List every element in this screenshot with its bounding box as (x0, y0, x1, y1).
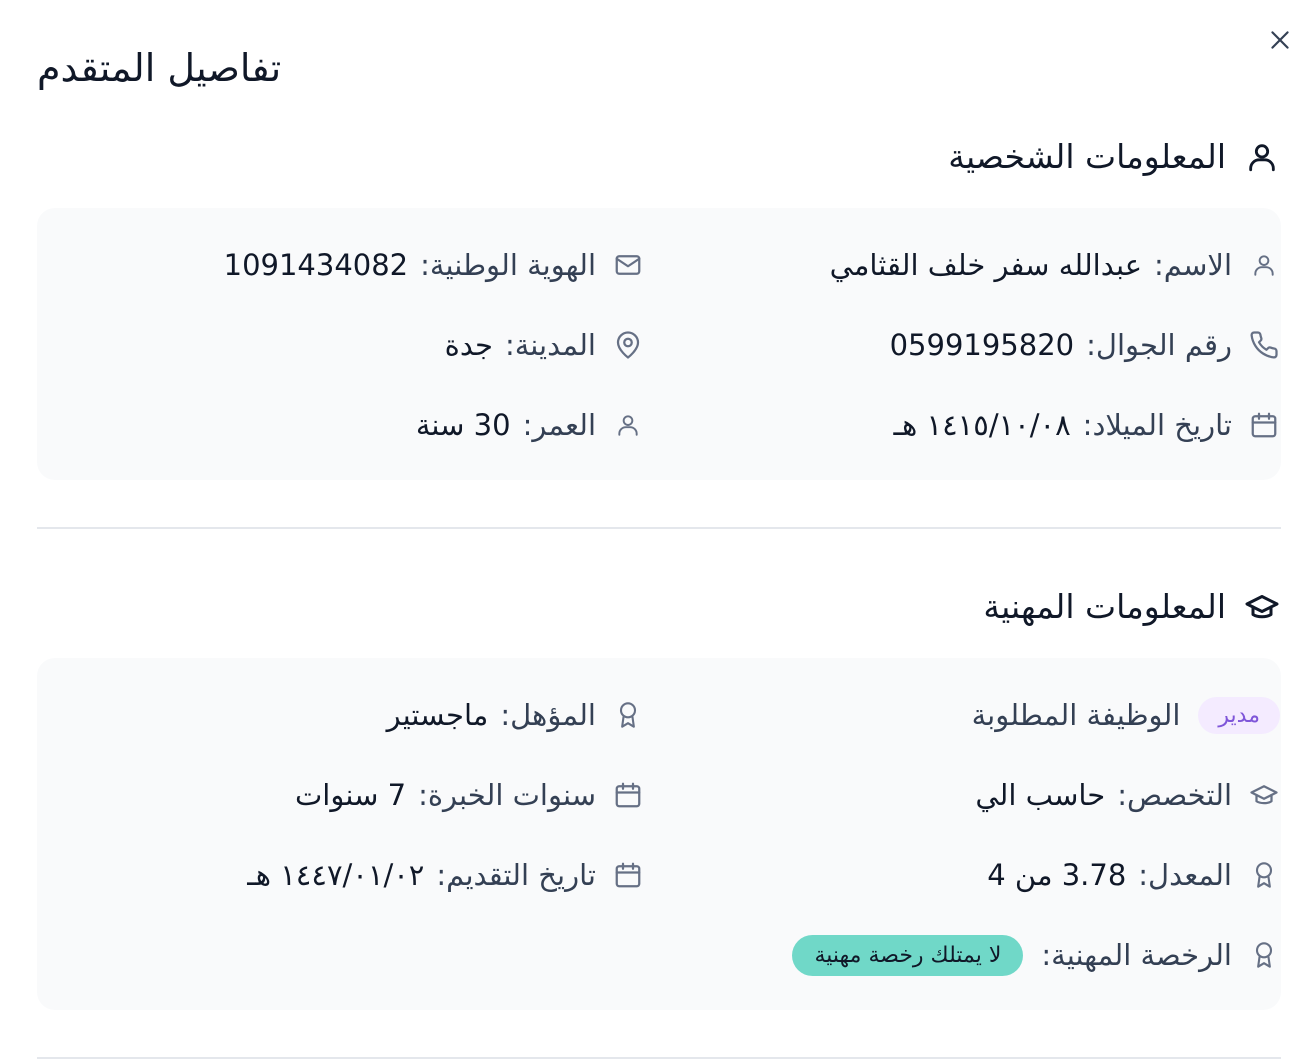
mail-icon (612, 249, 644, 281)
award-icon (1248, 859, 1280, 891)
calendar-icon (1248, 409, 1280, 441)
personal-section-header: المعلومات الشخصية (948, 132, 1280, 182)
experience-label: سنوات الخبرة: (418, 778, 596, 812)
award-icon (612, 699, 644, 731)
apply-date-label: تاريخ التقديم: (436, 858, 596, 892)
field-national-id: الهوية الوطنية: 1091434082 (224, 240, 644, 290)
field-age: العمر: 30 سنة (416, 400, 644, 450)
qualification-label: المؤهل: (500, 698, 596, 732)
license-label: الرخصة المهنية: (1041, 938, 1232, 972)
qualification-value: ماجستير (386, 698, 489, 732)
field-apply-date: تاريخ التقديم: ١٤٤٧/٠١/٠٢ هـ (247, 850, 644, 900)
phone-label: رقم الجوال: (1086, 328, 1232, 362)
user-icon (1248, 249, 1280, 281)
field-qualification: المؤهل: ماجستير (387, 690, 644, 740)
professional-section-title: المعلومات المهنية (983, 587, 1226, 626)
calendar-icon (612, 859, 644, 891)
field-phone: رقم الجوال: 0599195820 (890, 320, 1280, 370)
license-status-badge: لا يمتلك رخصة مهنية (792, 934, 1024, 976)
user-icon (1244, 139, 1280, 175)
field-city: المدينة: جدة (445, 320, 644, 370)
age-label: العمر: (522, 408, 596, 442)
field-name: الاسم: عبدالله سفر خلف القثامي (830, 240, 1280, 290)
field-birth-date: تاريخ الميلاد: ١٤١٥/١٠/٠٨ هـ (894, 400, 1281, 450)
bottom-divider (37, 1057, 1281, 1059)
phone-icon (1248, 329, 1280, 361)
graduation-cap-icon (1248, 779, 1280, 811)
job-role-badge: مدير (1198, 696, 1280, 734)
name-label: الاسم: (1154, 248, 1232, 282)
name-value: عبدالله سفر خلف القثامي (829, 248, 1143, 282)
city-value: جدة (444, 328, 493, 362)
field-job: مدير الوظيفة المطلوبة (972, 690, 1280, 740)
national-id-label: الهوية الوطنية: (420, 248, 596, 282)
apply-date-value: ١٤٤٧/٠١/٠٢ هـ (247, 858, 425, 892)
field-experience: سنوات الخبرة: 7 سنوات (295, 770, 644, 820)
section-divider (37, 527, 1281, 529)
personal-section-title: المعلومات الشخصية (948, 137, 1226, 176)
map-pin-icon (612, 329, 644, 361)
award-icon (1248, 939, 1280, 971)
calendar-icon (612, 779, 644, 811)
major-label: التخصص: (1117, 778, 1232, 812)
field-major: التخصص: حاسب الي (975, 770, 1280, 820)
dialog-title: تفاصيل المتقدم (37, 46, 282, 90)
gpa-value: 3.78 من 4 (987, 858, 1127, 892)
close-icon (1271, 31, 1289, 49)
graduation-cap-icon (1244, 589, 1280, 625)
professional-section-header: المعلومات المهنية (983, 582, 1280, 632)
field-license: الرخصة المهنية: لا يمتلك رخصة مهنية (792, 930, 1280, 980)
close-button[interactable] (1264, 24, 1296, 56)
birth-date-label: تاريخ الميلاد: (1082, 408, 1232, 442)
city-label: المدينة: (504, 328, 596, 362)
age-value: 30 سنة (415, 408, 511, 442)
experience-value: 7 سنوات (295, 778, 407, 812)
field-gpa: المعدل: 3.78 من 4 (987, 850, 1280, 900)
gpa-label: المعدل: (1138, 858, 1232, 892)
job-label: الوظيفة المطلوبة (971, 698, 1181, 732)
national-id-value: 1091434082 (223, 248, 409, 282)
phone-value: 0599195820 (889, 328, 1075, 362)
major-value: حاسب الي (975, 778, 1106, 812)
birth-date-value: ١٤١٥/١٠/٠٨ هـ (893, 408, 1071, 442)
user-icon (612, 409, 644, 441)
